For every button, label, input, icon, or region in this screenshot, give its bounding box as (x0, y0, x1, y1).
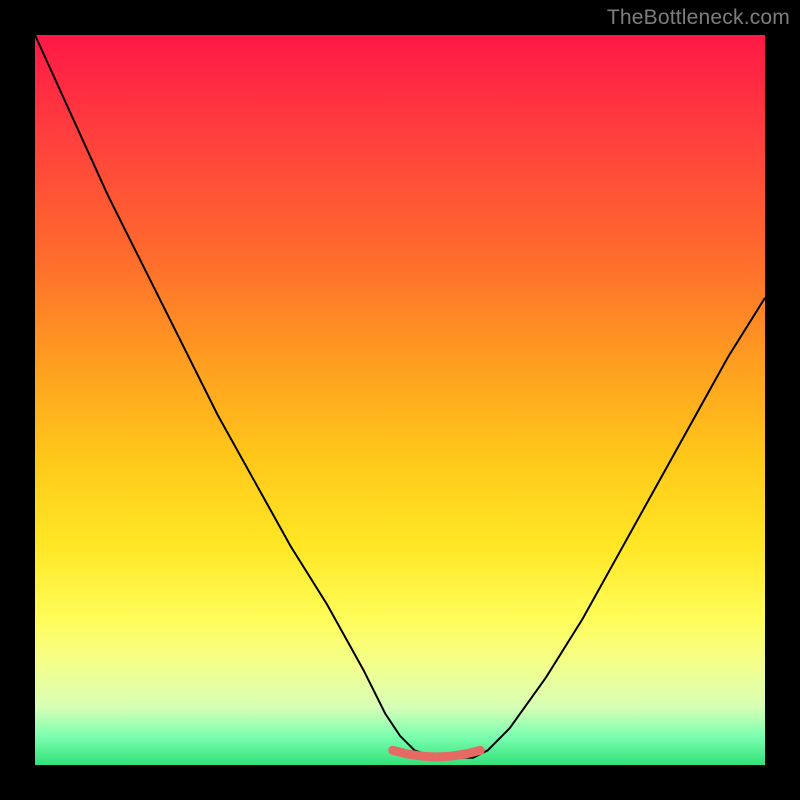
watermark-text: TheBottleneck.com (607, 6, 790, 30)
chart-frame: TheBottleneck.com (0, 0, 800, 800)
plot-area (35, 35, 765, 765)
flat-highlight (393, 750, 481, 757)
curve-layer (35, 35, 765, 765)
main-curve (35, 35, 765, 758)
